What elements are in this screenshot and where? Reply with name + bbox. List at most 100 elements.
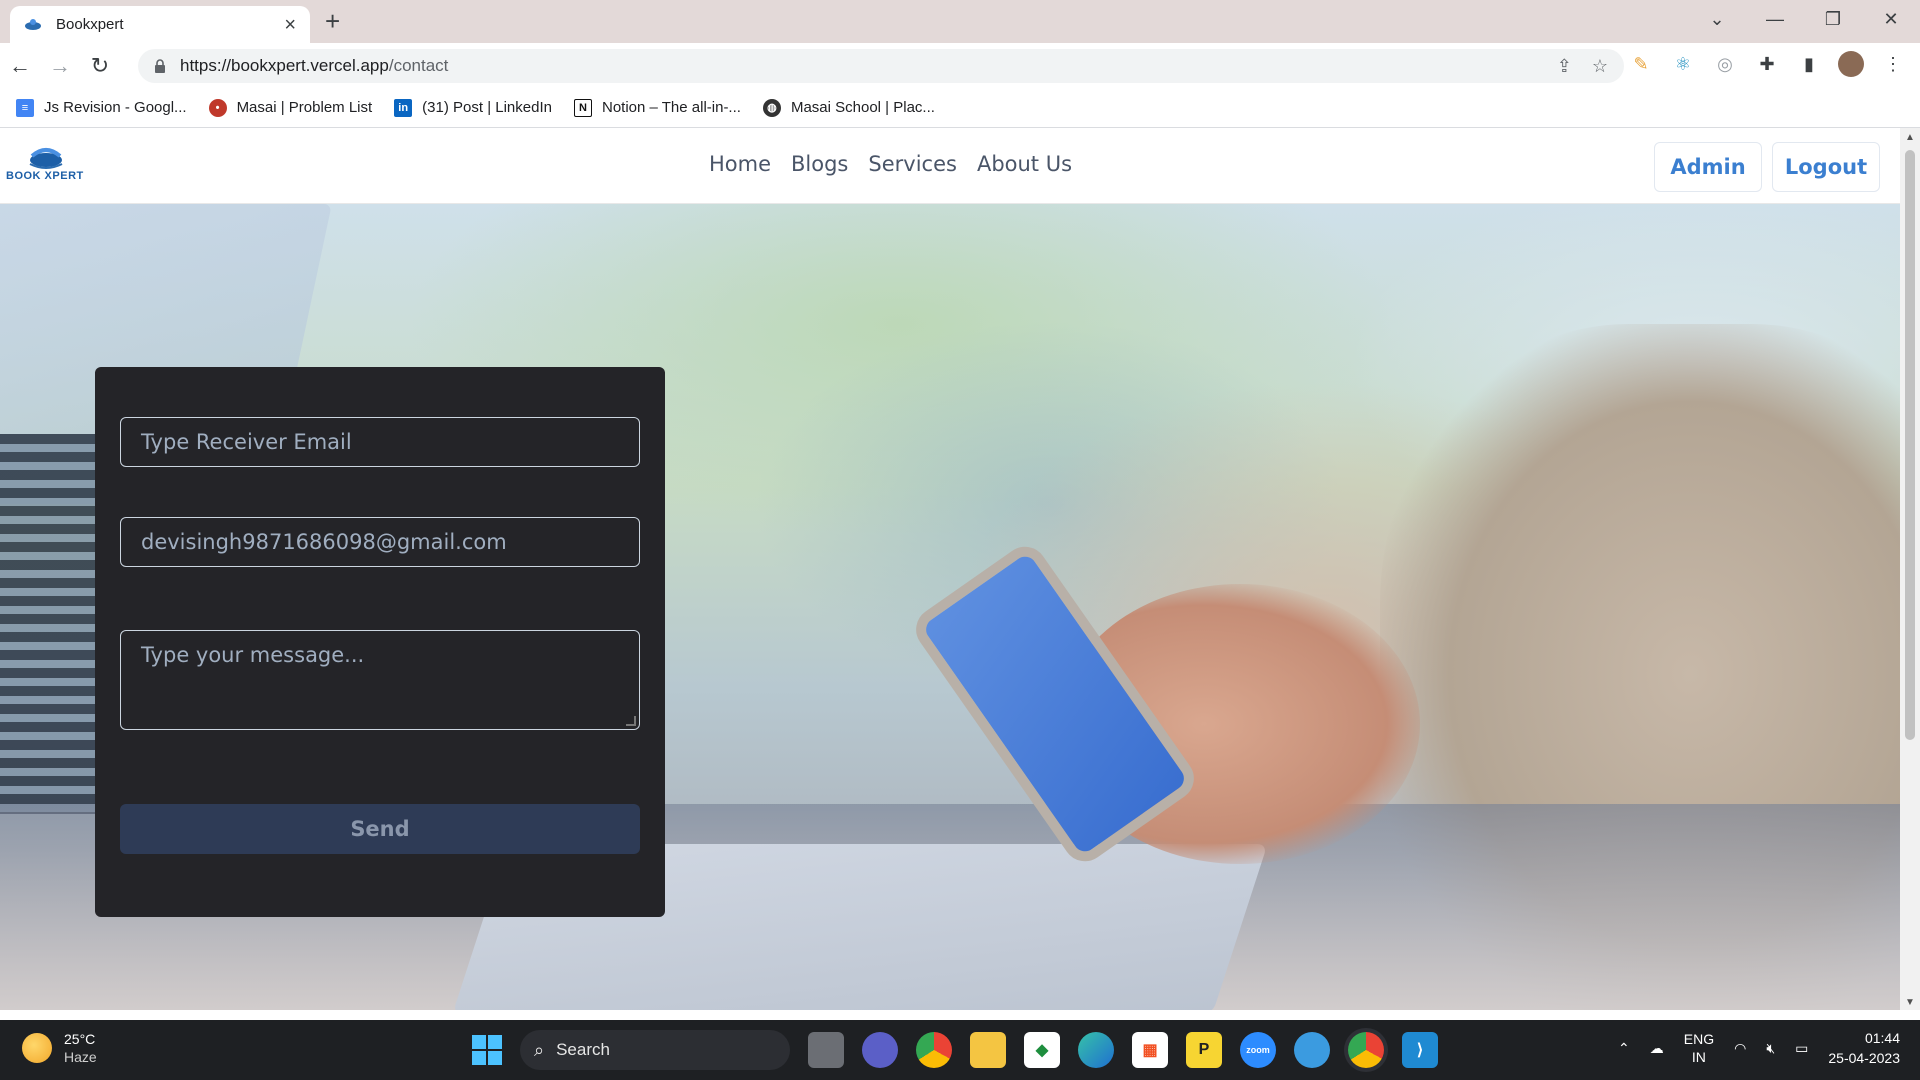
system-tray: ⌃ ☁ ENG IN ◠ 🔇︎ ▭ 01:44 25-04-2023 — [1618, 1028, 1900, 1068]
bookmark-item[interactable]: N Notion – The all-in-... — [573, 98, 741, 117]
search-label: Search — [556, 1040, 610, 1059]
scroll-down-icon[interactable]: ▼ — [1905, 997, 1915, 1008]
restore-icon[interactable]: ❐ — [1804, 0, 1862, 40]
clock-time: 01:44 — [1864, 1030, 1900, 1046]
notes-app-icon[interactable]: P — [1186, 1032, 1222, 1068]
masai-icon: • — [208, 98, 227, 117]
windows-start-icon[interactable] — [472, 1035, 502, 1065]
tab-search-icon[interactable]: ⌄ — [1688, 0, 1746, 40]
bookxpert-logo[interactable] — [6, 142, 86, 192]
sender-email-input[interactable]: devisingh9871686098@gmail.com — [120, 517, 640, 567]
admin-button[interactable]: Admin — [1654, 142, 1762, 192]
taskbar-search[interactable]: ⌕ Search — [520, 1030, 790, 1070]
sender-email-value: devisingh9871686098@gmail.com — [141, 530, 507, 554]
weather-text: 25°C Haze — [64, 1030, 97, 1066]
lang-bottom: IN — [1691, 1049, 1706, 1065]
tray-overflow-icon[interactable]: ⌃ — [1618, 1040, 1630, 1057]
browser-tab[interactable]: Bookxpert × — [10, 6, 310, 43]
file-explorer-icon[interactable] — [970, 1032, 1006, 1068]
weather-condition: Haze — [64, 1049, 97, 1065]
teams-chat-icon[interactable] — [862, 1032, 898, 1068]
linkedin-icon: in — [394, 98, 413, 117]
extensions-puzzle-icon[interactable]: ✚ — [1754, 51, 1780, 77]
page-scrollbar[interactable]: ▲ ▼ — [1900, 128, 1920, 1010]
resize-handle-icon[interactable] — [626, 716, 636, 726]
onedrive-icon[interactable]: ☁ — [1650, 1040, 1664, 1057]
android-studio-icon[interactable]: ◆ — [1024, 1032, 1060, 1068]
lock-icon — [155, 59, 165, 73]
profile-avatar[interactable] — [1838, 51, 1864, 77]
new-tab-icon[interactable]: + — [325, 6, 340, 36]
task-view-icon[interactable] — [808, 1032, 844, 1068]
forward-icon[interactable]: → — [40, 53, 80, 79]
react-devtools-icon[interactable]: ⚛ — [1670, 51, 1696, 77]
url-host: https://bookxpert.vercel.app — [180, 56, 389, 75]
language-indicator[interactable]: ENG IN — [1684, 1030, 1714, 1066]
web-page: BOOK XPERT Home Blogs Services About Us … — [0, 128, 1900, 1010]
back-icon[interactable]: ← — [0, 53, 40, 79]
nav-blogs-link[interactable]: Blogs — [791, 152, 848, 176]
nav-actions: Admin Logout — [1654, 142, 1880, 192]
bookmark-label: Masai | Problem List — [236, 99, 373, 116]
bookmark-label: (31) Post | LinkedIn — [422, 99, 552, 116]
minimize-icon[interactable]: — — [1746, 0, 1804, 40]
close-tab-icon[interactable]: × — [284, 15, 296, 35]
bookmark-label: Masai School | Plac... — [790, 99, 935, 116]
bookmark-label: Notion – The all-in-... — [601, 99, 741, 116]
address-bar[interactable]: https://bookxpert.vercel.app/contact ⇪ ☆ — [138, 49, 1624, 83]
receiver-email-placeholder: Type Receiver Email — [141, 430, 352, 454]
window-controls: ⌄ — ❐ ✕ — [1688, 0, 1920, 40]
scroll-thumb[interactable] — [1905, 150, 1915, 740]
message-textarea[interactable]: Type your message... — [120, 630, 640, 730]
nav-home-link[interactable]: Home — [709, 152, 771, 176]
bookmarks-bar: ≡ Js Revision - Googl... • Masai | Probl… — [0, 88, 1920, 128]
site-navbar: BOOK XPERT Home Blogs Services About Us … — [0, 128, 1900, 204]
nav-about-link[interactable]: About Us — [977, 152, 1072, 176]
microsoft-store-icon[interactable]: ▦ — [1132, 1032, 1168, 1068]
taskbar-apps: ⌕ Search ◆ ▦ P zoom ⟩ — [472, 1030, 1438, 1070]
contact-form: Type Receiver Email devisingh9871686098@… — [95, 367, 665, 917]
bookxpert-favicon-icon — [25, 18, 41, 30]
message-placeholder: Type your message... — [141, 643, 365, 667]
battery-icon[interactable]: ▭ — [1795, 1040, 1808, 1057]
weather-app-icon[interactable] — [1294, 1032, 1330, 1068]
redux-extension-icon[interactable]: ◎ — [1712, 51, 1738, 77]
bookmark-item[interactable]: in (31) Post | LinkedIn — [394, 98, 552, 117]
globe-icon: ◍ — [762, 98, 781, 117]
omnibox-actions: ⇪ ☆ — [1557, 56, 1608, 77]
url-path: /contact — [388, 56, 449, 75]
nav-services-link[interactable]: Services — [868, 152, 957, 176]
bookmark-item[interactable]: ≡ Js Revision - Googl... — [16, 98, 187, 117]
reload-icon[interactable]: ↻ — [80, 53, 120, 79]
lang-top: ENG — [1683, 1031, 1715, 1047]
chrome-icon[interactable] — [916, 1032, 952, 1068]
scroll-up-icon[interactable]: ▲ — [1905, 132, 1915, 143]
receiver-email-input[interactable]: Type Receiver Email — [120, 417, 640, 467]
logout-button[interactable]: Logout — [1772, 142, 1880, 192]
logo-text: BOOK XPERT — [6, 170, 84, 182]
menu-kebab-icon[interactable]: ⋮ — [1880, 51, 1906, 77]
wifi-icon[interactable]: ◠ — [1734, 1040, 1746, 1057]
main-nav: Home Blogs Services About Us — [709, 152, 1072, 176]
clock[interactable]: 01:44 25-04-2023 — [1828, 1028, 1900, 1068]
hero-background: Type Receiver Email devisingh9871686098@… — [0, 204, 1900, 1010]
share-icon[interactable]: ⇪ — [1557, 56, 1572, 77]
edge-icon[interactable] — [1078, 1032, 1114, 1068]
pen-extension-icon[interactable]: ✎ — [1628, 51, 1654, 77]
browser-tab-strip: Bookxpert × + ⌄ — ❐ ✕ — [0, 0, 1920, 43]
browser-toolbar: ← → ↻ https://bookxpert.vercel.app/conta… — [0, 43, 1920, 88]
weather-widget[interactable]: 25°C Haze — [22, 1030, 97, 1066]
bookmark-item[interactable]: ◍ Masai School | Plac... — [762, 98, 935, 117]
zoom-icon[interactable]: zoom — [1240, 1032, 1276, 1068]
side-panel-icon[interactable]: ▮ — [1796, 51, 1822, 77]
chrome-active-icon[interactable] — [1348, 1032, 1384, 1068]
google-docs-icon: ≡ — [16, 98, 34, 117]
mute-icon[interactable]: 🔇︎ — [1766, 1040, 1775, 1057]
notion-icon: N — [573, 98, 592, 117]
bookmark-star-icon[interactable]: ☆ — [1592, 56, 1608, 77]
vscode-icon[interactable]: ⟩ — [1402, 1032, 1438, 1068]
bookmark-item[interactable]: • Masai | Problem List — [208, 98, 373, 117]
temperature: 25°C — [64, 1031, 96, 1047]
close-window-icon[interactable]: ✕ — [1862, 0, 1920, 40]
send-button[interactable]: Send — [120, 804, 640, 854]
